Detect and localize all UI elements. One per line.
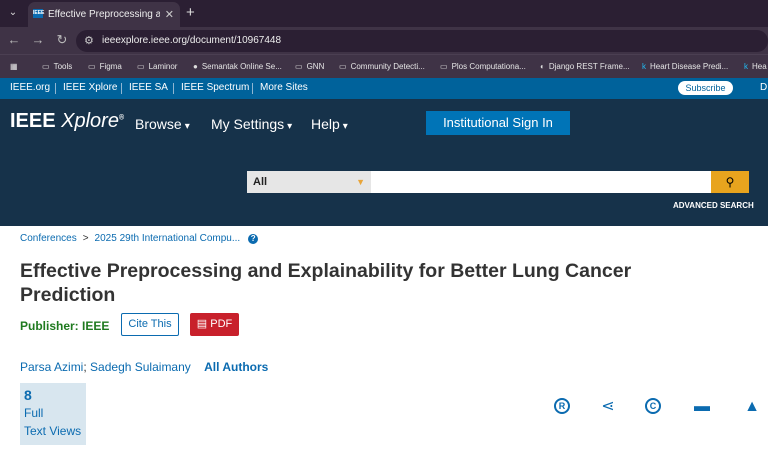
tab-title: Effective Preprocessing and Exp xyxy=(48,9,160,20)
back-icon[interactable]: ← xyxy=(6,32,22,48)
rights-icon[interactable]: R xyxy=(554,398,570,414)
search-input[interactable] xyxy=(371,171,711,193)
divider xyxy=(121,83,122,94)
bookmark-community[interactable]: ▭ Community Detecti... xyxy=(339,62,425,71)
author-list: Parsa Azimi; Sadegh Sulaimany All Author… xyxy=(20,360,269,374)
reload-icon[interactable]: ↻ xyxy=(54,32,70,48)
bookmark-tools[interactable]: ▭ Tools xyxy=(42,62,72,71)
ieee-header: IEEE Xplore® Browse ▾ My Settings ▾ Help ▾ … xyxy=(0,99,768,226)
publisher: Publisher: IEEE xyxy=(20,319,110,333)
copyright-icon[interactable]: C xyxy=(645,398,661,414)
apps-icon[interactable]: ▦ xyxy=(10,62,18,71)
cite-this-button[interactable]: Cite This xyxy=(121,313,179,336)
breadcrumb: Conferences >2025 29th International Comp… xyxy=(20,233,259,244)
search-button[interactable]: ⚲ xyxy=(711,171,749,193)
subscribe-button[interactable]: Subscribe xyxy=(678,81,733,95)
site-info-icon[interactable]: ⚙ xyxy=(84,34,94,47)
link-ieee-spectrum[interactable]: IEEE Spectrum xyxy=(181,82,249,93)
link-ieee-xplore[interactable]: IEEE Xplore xyxy=(63,82,117,93)
pdf-icon: ▤ xyxy=(196,318,208,330)
metric-label: Text Views xyxy=(24,424,82,438)
divider xyxy=(252,83,253,94)
bookmark-heart[interactable]: k Heart Disease Predi... xyxy=(642,62,728,71)
bookmark-figma[interactable]: ▭ Figma xyxy=(88,62,122,71)
pdf-button[interactable]: ▤ PDF xyxy=(190,313,239,336)
divider xyxy=(55,83,56,94)
author-link[interactable]: Parsa Azimi xyxy=(20,360,83,374)
address-bar: ← → ↻ ⚙ ieeexplore.ieee.org/document/109… xyxy=(0,27,768,54)
bell-icon[interactable]: ▲ xyxy=(743,398,761,416)
metric-label: Full xyxy=(24,406,44,420)
chevron-down-icon: ▾ xyxy=(342,121,348,132)
folder-icon: ▭ xyxy=(440,62,448,71)
top-bar-cut-text[interactable]: D xyxy=(760,82,767,93)
chevron-down-icon: ▾ xyxy=(184,121,190,132)
bookmark-plos[interactable]: ▭ Plos Computationa... xyxy=(440,62,526,71)
bookmark-django[interactable]: ◐ Django REST Frame... xyxy=(540,62,630,71)
divider xyxy=(173,83,174,94)
kaggle-icon: k xyxy=(744,62,748,71)
kaggle-icon: k xyxy=(642,62,646,71)
all-authors-link[interactable]: All Authors xyxy=(204,360,268,374)
breadcrumb-conference[interactable]: 2025 29th International Compu... xyxy=(95,233,241,244)
browser-tab[interactable]: IEEE Effective Preprocessing and Exp ✕ xyxy=(28,2,180,27)
full-text-views-metric[interactable]: 8 Full Text Views xyxy=(20,383,86,445)
bookmarks-bar: ▦ ▭ Tools ▭ Figma ▭ Laminor ● Semantak Onlin… xyxy=(0,54,768,78)
semantak-icon: ● xyxy=(193,62,198,71)
menu-help[interactable]: Help ▾ xyxy=(311,116,348,132)
folder-icon: ▭ xyxy=(137,62,145,71)
bookmark-laminor[interactable]: ▭ Laminor xyxy=(137,62,177,71)
caret-down-icon: ▼ xyxy=(356,177,365,187)
close-icon[interactable]: ✕ xyxy=(165,8,174,21)
url-text: ieeexplore.ieee.org/document/10967448 xyxy=(102,35,282,46)
folder-icon: ▭ xyxy=(295,62,303,71)
advanced-search-link[interactable]: ADVANCED SEARCH xyxy=(673,201,754,210)
bookmark-hea[interactable]: k Hea xyxy=(744,62,767,71)
chevron-down-icon: ▾ xyxy=(287,121,293,132)
breadcrumb-conferences[interactable]: Conferences xyxy=(20,233,77,244)
ieee-favicon: IEEE xyxy=(33,9,45,18)
search-scope-select[interactable]: All ▼ xyxy=(247,171,371,193)
bookmark-semantak[interactable]: ● Semantak Online Se... xyxy=(193,62,282,71)
ieee-xplore-logo[interactable]: IEEE Xplore® xyxy=(10,110,124,133)
bookmark-gnn[interactable]: ▭ GNN xyxy=(295,62,324,71)
search-icon: ⚲ xyxy=(725,175,735,189)
forward-icon[interactable]: → xyxy=(30,32,46,48)
django-icon: ◐ xyxy=(540,62,545,71)
ieee-top-bar: IEEE.org IEEE Xplore IEEE SA IEEE Spectr… xyxy=(0,78,768,99)
search-bar: All ▼ ⚲ xyxy=(247,171,749,193)
menu-browse[interactable]: Browse ▾ xyxy=(135,116,190,132)
author-link[interactable]: Sadegh Sulaimany xyxy=(90,360,191,374)
browser-tab-strip: ⌄ IEEE Effective Preprocessing and Exp ✕… xyxy=(0,0,768,27)
link-more-sites[interactable]: More Sites xyxy=(260,82,308,93)
new-tab-icon[interactable]: + xyxy=(186,4,195,21)
folder-icon[interactable]: ▬ xyxy=(693,398,711,416)
url-field[interactable]: ⚙ ieeexplore.ieee.org/document/10967448 xyxy=(76,30,768,52)
link-ieee-sa[interactable]: IEEE SA xyxy=(129,82,168,93)
article-title: Effective Preprocessing and Explainabili… xyxy=(20,260,632,306)
share-icon[interactable]: ⋖ xyxy=(599,398,617,416)
tab-search-icon[interactable]: ⌄ xyxy=(4,5,22,21)
metric-value: 8 xyxy=(24,387,32,403)
folder-icon: ▭ xyxy=(42,62,50,71)
institutional-sign-in-button[interactable]: Institutional Sign In xyxy=(426,111,570,135)
help-icon[interactable]: ? xyxy=(248,234,259,244)
link-ieee-org[interactable]: IEEE.org xyxy=(10,82,50,93)
folder-icon: ▭ xyxy=(88,62,96,71)
breadcrumb-separator: > xyxy=(82,233,89,244)
menu-my-settings[interactable]: My Settings ▾ xyxy=(211,116,292,132)
folder-icon: ▭ xyxy=(339,62,347,71)
